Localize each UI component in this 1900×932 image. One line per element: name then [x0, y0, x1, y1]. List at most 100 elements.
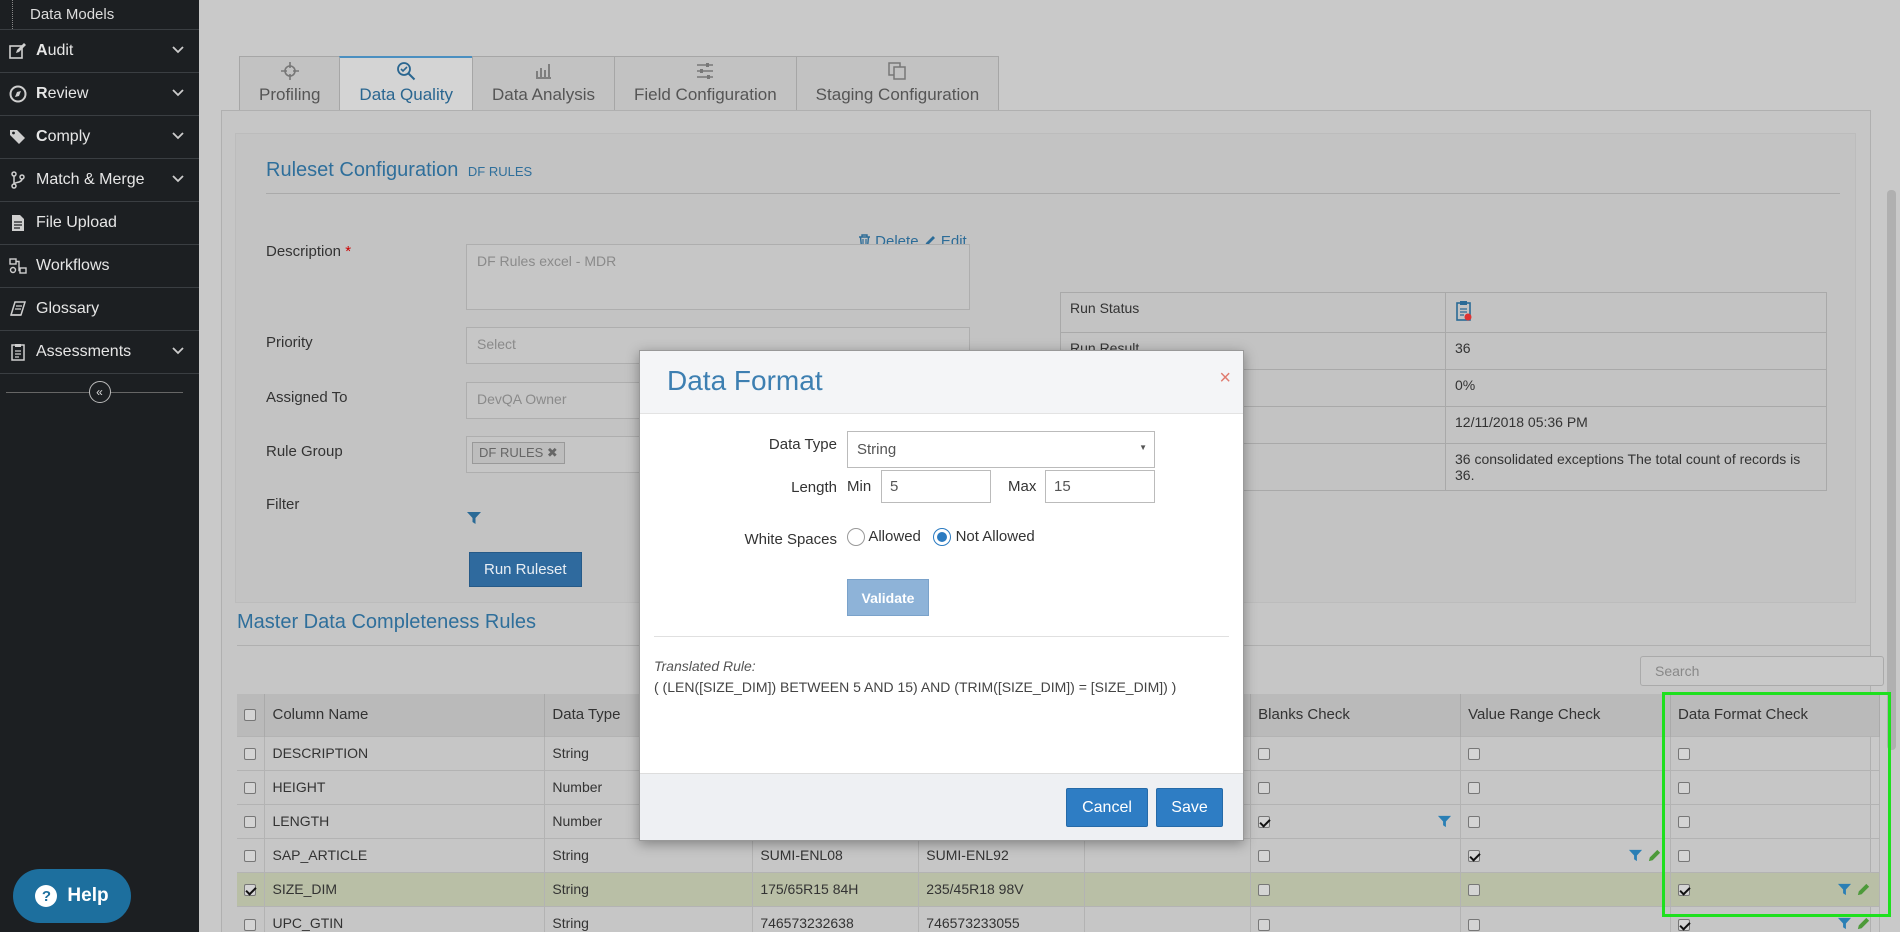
data-format-check-checkbox[interactable] [1678, 918, 1691, 931]
row-checkbox[interactable] [244, 850, 256, 863]
sidebar-item-comply[interactable]: Comply [0, 116, 199, 159]
translated-rule-label: Translated Rule: [654, 658, 756, 674]
help-button[interactable]: ? Help [13, 869, 131, 923]
empty-cell [1084, 837, 1252, 872]
sidebar-item-glossary[interactable]: Glossary [0, 288, 199, 331]
sidebar-item-audit[interactable]: Audit [0, 30, 199, 73]
blanks-check-checkbox[interactable] [1258, 884, 1271, 897]
row-select-cell [237, 735, 266, 770]
table-row[interactable]: SIZE_DIM String 175/65R15 84H 235/45R18 98V [237, 871, 1880, 906]
search-check-icon [396, 61, 416, 81]
table-row[interactable]: SAP_ARTICLE String SUMI-ENL08 SUMI-ENL92 [237, 837, 1880, 872]
data-type-select[interactable]: String [847, 431, 1155, 468]
validate-button[interactable]: Validate [847, 579, 929, 616]
sidebar-item-review[interactable]: Review [0, 73, 199, 116]
row-checkbox[interactable] [244, 816, 256, 829]
blanks-check-cell [1250, 769, 1462, 804]
min-length-input[interactable]: 5 [881, 470, 991, 503]
row-checkbox[interactable] [244, 748, 256, 761]
tab-data-quality[interactable]: Data Quality [339, 56, 473, 111]
rule-group-chip: DF RULES ✖ [472, 442, 565, 464]
search-input[interactable]: Search [1640, 656, 1884, 686]
chevron-down-icon [172, 132, 184, 140]
select-all-checkbox[interactable] [244, 709, 256, 722]
blanks-check-checkbox[interactable] [1258, 748, 1271, 761]
column-header[interactable]: Blanks Check [1250, 694, 1462, 736]
rule-tools [1628, 848, 1662, 863]
tab-data-analysis[interactable]: Data Analysis [471, 56, 615, 111]
empty-cell [1084, 905, 1252, 932]
blanks-check-checkbox[interactable] [1258, 918, 1271, 931]
blanks-check-cell [1250, 837, 1462, 872]
blanks-check-checkbox[interactable] [1258, 782, 1271, 795]
filter-icon[interactable] [1628, 848, 1643, 863]
close-icon[interactable]: × [1219, 367, 1231, 390]
sidebar-item-assessments[interactable]: Assessments [0, 331, 199, 374]
sidebar-item-file-upload[interactable]: File Upload [0, 202, 199, 245]
sidebar-item-workflows[interactable]: Workflows [0, 245, 199, 288]
column-header[interactable]: Column Name [264, 694, 546, 736]
blanks-check-checkbox[interactable] [1258, 816, 1271, 829]
row-select-cell [237, 803, 266, 838]
value-range-check-checkbox[interactable] [1468, 816, 1481, 829]
value-range-check-checkbox[interactable] [1468, 748, 1481, 761]
page-scrollbar[interactable] [1887, 190, 1896, 750]
sidebar-collapse: « [0, 374, 199, 410]
value-range-check-checkbox[interactable] [1468, 884, 1481, 897]
report-icon[interactable] [1455, 300, 1473, 322]
book-icon [6, 299, 30, 319]
assigned-to-label: Assigned To [266, 389, 348, 406]
rule-tools [1437, 814, 1452, 829]
data-type-cell: String [544, 871, 754, 906]
analysis-icon [533, 61, 553, 81]
filter-icon[interactable] [1837, 916, 1852, 931]
tab-label: Data Quality [359, 85, 453, 104]
max-length-input[interactable]: 15 [1045, 470, 1155, 503]
tab-field-configuration[interactable]: Field Configuration [613, 56, 797, 111]
not-allowed-radio[interactable]: Not Allowed [933, 528, 1035, 547]
pencil-icon[interactable] [1856, 916, 1871, 931]
description-label: Description * [266, 243, 352, 260]
sidebar-item-label: Review [36, 85, 89, 102]
filter-icon[interactable] [466, 510, 482, 526]
row-checkbox[interactable] [244, 884, 256, 897]
description-field[interactable]: DF Rules excel - MDR [466, 244, 970, 310]
min-label: Min [847, 478, 872, 495]
allowed-radio[interactable]: Allowed [847, 528, 921, 547]
column-header[interactable]: Value Range Check [1460, 694, 1672, 736]
modal-footer: Cancel Save [640, 773, 1243, 840]
collapse-sidebar-icon[interactable]: « [88, 381, 111, 403]
value-range-check-cell [1460, 769, 1672, 804]
data-format-modal: Data Format × Data Type String Length Mi… [639, 350, 1244, 841]
table-row[interactable]: UPC_GTIN String 746573232638 746573233055 [237, 905, 1880, 932]
translated-rule-text: ( (LEN([SIZE_DIM]) BETWEEN 5 AND 15) AND… [654, 679, 1177, 695]
save-button[interactable]: Save [1156, 788, 1223, 827]
run-ruleset-button[interactable]: Run Ruleset [469, 552, 582, 587]
cancel-button[interactable]: Cancel [1066, 788, 1148, 827]
filter-icon[interactable] [1437, 814, 1452, 829]
row-checkbox[interactable] [244, 782, 256, 795]
sidebar-item-data-models[interactable]: Data Models [0, 0, 199, 30]
value-range-check-checkbox[interactable] [1468, 850, 1481, 863]
tags-icon [6, 127, 30, 147]
priority-label: Priority [266, 334, 313, 351]
remove-chip-icon[interactable]: ✖ [547, 445, 558, 460]
blanks-check-cell [1250, 871, 1462, 906]
chevron-down-icon [172, 89, 184, 97]
blanks-check-checkbox[interactable] [1258, 850, 1271, 863]
pencil-icon[interactable] [1647, 848, 1662, 863]
max-value-cell: SUMI-ENL92 [918, 837, 1086, 872]
value-range-check-checkbox[interactable] [1468, 782, 1481, 795]
sidebar-item-label: Workflows [36, 257, 110, 274]
tab-label: Data Analysis [491, 85, 595, 104]
sidebar-item-match-merge[interactable]: Match & Merge [0, 159, 199, 202]
row-checkbox[interactable] [244, 918, 256, 931]
sidebar-item-label: Comply [36, 128, 91, 145]
value-range-check-checkbox[interactable] [1468, 918, 1481, 931]
tab-staging-configuration[interactable]: Staging Configuration [795, 56, 1000, 111]
completeness-rules-title: Master Data Completeness Rules [237, 611, 537, 633]
empty-cell [1084, 871, 1252, 906]
tab-profiling[interactable]: Profiling [239, 56, 341, 111]
sidebar-item-label: Match & Merge [36, 171, 145, 188]
value-range-check-cell [1460, 905, 1672, 932]
